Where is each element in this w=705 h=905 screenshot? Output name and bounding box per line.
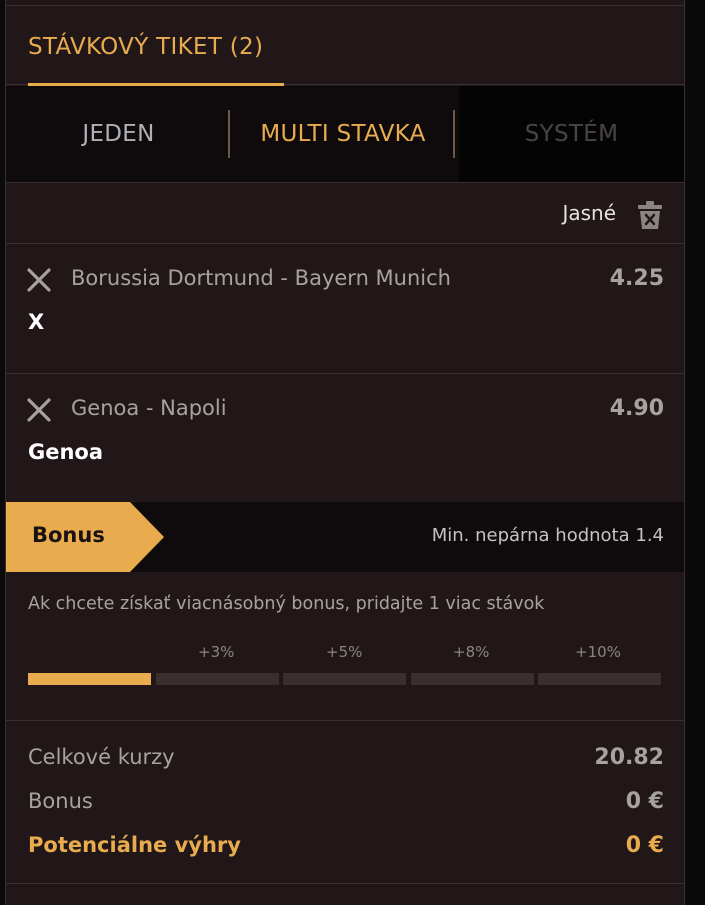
clear-row: Jasné (6, 182, 684, 244)
bonus-level-label: +3% (198, 643, 235, 661)
bonus-tag: Bonus (6, 502, 164, 572)
bet-selection: X (28, 310, 45, 334)
potential-win-value: 0 € (625, 833, 664, 858)
bottom-divider (6, 883, 684, 884)
bonus-progress-segment (538, 673, 661, 685)
total-odds-value: 20.82 (594, 745, 664, 770)
bonus-level-label: +8% (453, 643, 490, 661)
bet-type-tabs: JEDEN MULTI STAVKA SYSTÉM (6, 86, 684, 182)
bet-odd: 4.90 (609, 396, 664, 421)
bonus-min-odd: Min. nepárna hodnota 1.4 (431, 525, 664, 546)
bonus-level-label: +10% (575, 643, 621, 661)
bet-item: Borussia Dortmund - Bayern Munich 4.25 X (6, 244, 684, 374)
trash-icon[interactable] (636, 200, 664, 230)
tab-system[interactable]: SYSTÉM (459, 86, 684, 182)
bonus-bar: Bonus Min. nepárna hodnota 1.4 (6, 502, 684, 572)
bet-selection: Genoa (28, 440, 104, 464)
bet-slip-panel: STÁVKOVÝ TIKET (2) JEDEN MULTI STAVKA SY… (5, 0, 685, 905)
tab-separator (228, 110, 230, 158)
remove-bet-icon[interactable] (26, 267, 52, 293)
bonus-info-text: Ak chcete získať viacnásobný bonus, prid… (28, 594, 545, 614)
bet-slip-title[interactable]: STÁVKOVÝ TIKET (2) (28, 34, 263, 60)
match-name: Genoa - Napoli (71, 396, 227, 420)
bonus-level-label: +5% (326, 643, 363, 661)
clear-all-button[interactable]: Jasné (562, 201, 616, 225)
bet-item: Genoa - Napoli 4.90 Genoa (6, 374, 684, 504)
tab-multi[interactable]: MULTI STAVKA (231, 86, 455, 182)
bonus-progress-segment (283, 673, 406, 685)
bonus-amount-value: 0 € (625, 789, 664, 814)
tab-single[interactable]: JEDEN (6, 86, 231, 182)
total-odds-label: Celkové kurzy (28, 745, 175, 769)
bonus-progress-segment (28, 673, 151, 685)
bonus-progress-segment (156, 673, 279, 685)
remove-bet-icon[interactable] (26, 397, 52, 423)
potential-win-label: Potenciálne výhry (28, 833, 241, 857)
bonus-tag-label: Bonus (32, 523, 105, 547)
summary-divider (6, 720, 684, 721)
tab-separator (453, 110, 455, 158)
bet-slip-header: STÁVKOVÝ TIKET (2) (6, 6, 684, 86)
match-name: Borussia Dortmund - Bayern Munich (71, 266, 451, 290)
bonus-progress-segment (411, 673, 534, 685)
bet-odd: 4.25 (609, 266, 664, 291)
bonus-amount-label: Bonus (28, 789, 93, 813)
